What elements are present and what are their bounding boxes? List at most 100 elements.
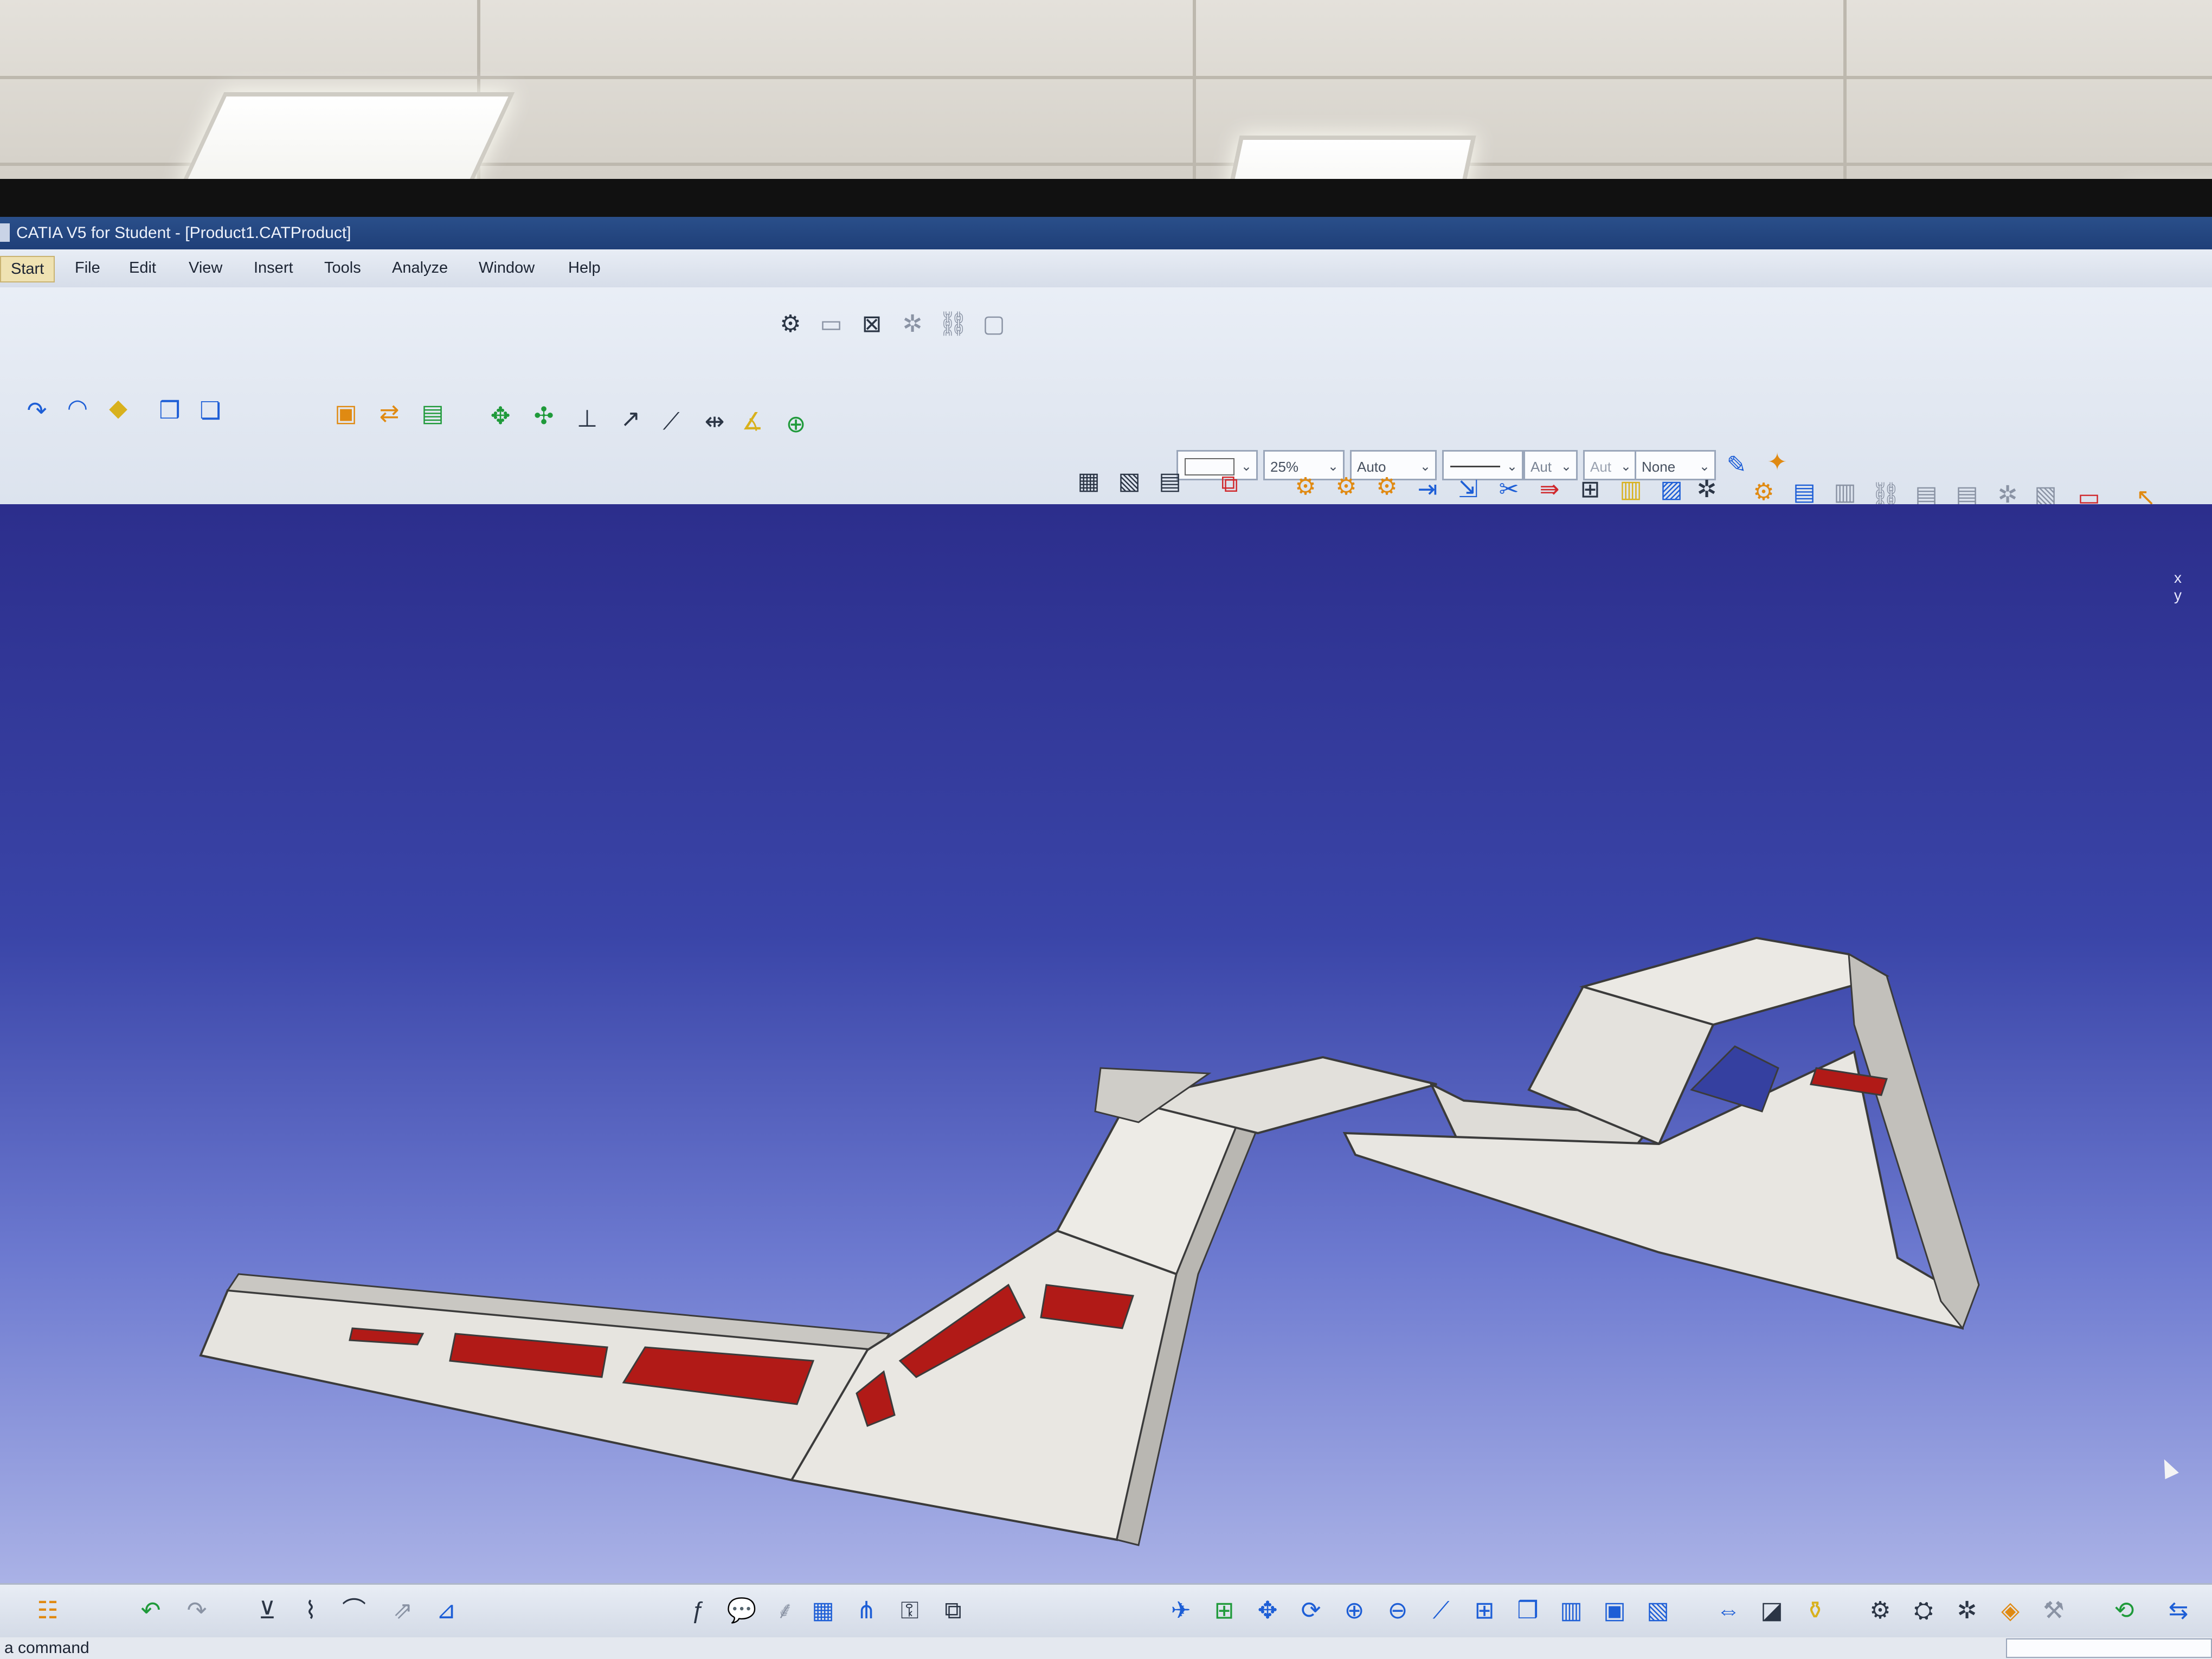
scene-icon[interactable]: ▦ <box>1073 466 1104 497</box>
view-icon[interactable]: ⇲ <box>1453 474 1483 505</box>
menu-edit[interactable]: Edit <box>119 256 166 280</box>
contact-icon[interactable]: ⊕ <box>781 409 811 440</box>
surface-icon[interactable]: ◠ <box>62 393 93 423</box>
annotation-icon[interactable]: ⌒ <box>339 1596 369 1626</box>
inertia-icon[interactable]: ◪ <box>1757 1596 1787 1626</box>
text-icon[interactable]: ▥ <box>1616 474 1646 505</box>
text-icon[interactable]: ⌇ <box>295 1596 326 1626</box>
knowledge-icon[interactable]: ⚿ <box>895 1596 925 1626</box>
undo-icon[interactable]: ↶ <box>136 1596 166 1626</box>
3d-viewport[interactable]: x y <box>0 504 2212 1583</box>
fix-icon[interactable]: ↗ <box>615 404 646 434</box>
constraint-icon[interactable]: ⊻ <box>252 1596 282 1626</box>
line-sample <box>1450 466 1500 467</box>
shading-icon[interactable]: ▥ <box>1556 1596 1586 1626</box>
curve-icon[interactable]: ↷ <box>22 396 52 426</box>
fix-icon[interactable]: ⇗ <box>388 1596 418 1626</box>
part-icon[interactable]: ❏ <box>195 396 226 426</box>
spec-icon[interactable]: ▥ <box>1830 477 1860 507</box>
knowledge-icon[interactable]: ⸙ <box>770 1596 800 1626</box>
swap-icon[interactable]: ▧ <box>1643 1596 1673 1626</box>
publish-icon[interactable]: ⚒ <box>2039 1596 2069 1626</box>
gear-icon[interactable]: ✲ <box>897 309 928 339</box>
catalog-icon[interactable]: ▤ <box>1789 477 1819 507</box>
annotation-icon[interactable]: ⚙ <box>1372 472 1402 502</box>
iso-view-icon[interactable]: ❒ <box>1513 1596 1543 1626</box>
refresh-icon[interactable]: ⟲ <box>2109 1596 2139 1626</box>
snap-icon[interactable]: ✣ <box>529 401 559 432</box>
tree-expand-icon[interactable]: ☷ <box>33 1596 63 1626</box>
settings-icon[interactable]: ✲ <box>1952 1596 1982 1626</box>
move-icon[interactable]: ✥ <box>485 401 516 432</box>
menu-file[interactable]: File <box>65 256 110 280</box>
menu-help[interactable]: Help <box>558 256 610 280</box>
menu-window[interactable]: Window <box>469 256 544 280</box>
measure-icon[interactable]: ⊠ <box>857 309 887 339</box>
pan-icon[interactable]: ✥ <box>1252 1596 1283 1626</box>
properties-icon[interactable]: ✦ <box>1762 447 1792 478</box>
product-icon[interactable]: ⚙ <box>1748 477 1779 507</box>
contact-icon[interactable]: ⟋ <box>656 407 686 437</box>
product-icon[interactable]: ⚙ <box>775 309 806 339</box>
redo-icon[interactable]: ↷ <box>182 1596 212 1626</box>
reorder-icon[interactable]: ▤ <box>417 398 448 429</box>
compass-icon[interactable]: x y <box>2174 569 2182 604</box>
simulation-icon[interactable]: ⊞ <box>1575 474 1605 505</box>
capture-icon[interactable]: ✂ <box>1494 474 1524 505</box>
chain-icon[interactable]: ⛓ <box>938 309 968 339</box>
formula-icon[interactable]: ƒ <box>683 1596 713 1626</box>
catalog-icon[interactable]: ▭ <box>816 309 846 339</box>
zoom-out-icon[interactable]: ⊖ <box>1382 1596 1413 1626</box>
clash-icon[interactable]: ▤ <box>1155 466 1185 497</box>
render-icon[interactable]: ⇛ <box>1534 474 1565 505</box>
plane-icon[interactable]: ◆ <box>103 393 133 423</box>
explode-icon[interactable]: ▧ <box>1114 466 1144 497</box>
multi-view-icon[interactable]: ⊞ <box>1469 1596 1500 1626</box>
graph-icon[interactable]: ⋔ <box>851 1596 882 1626</box>
rotate-icon[interactable]: ⟳ <box>1296 1596 1326 1626</box>
gear-icon[interactable]: ✲ <box>1692 474 1722 505</box>
angle-icon[interactable]: ∡ <box>737 407 768 437</box>
distance-icon[interactable]: ⚙ <box>1331 472 1361 502</box>
menu-tools[interactable]: Tools <box>314 256 371 280</box>
filter-icon[interactable]: ⧉ <box>1214 469 1245 499</box>
text-icon[interactable]: ⇥ <box>1412 474 1443 505</box>
menu-start[interactable]: Start <box>0 256 55 282</box>
monitor: CATIA V5 for Student - [Product1.CATProd… <box>0 179 2212 1659</box>
catia-window: CATIA V5 for Student - [Product1.CATProd… <box>0 217 2212 1659</box>
command-input[interactable] <box>2006 1638 2212 1658</box>
comment-icon[interactable]: 💬 <box>726 1596 757 1626</box>
spec-icon[interactable]: ▢ <box>979 309 1009 339</box>
replace-icon[interactable]: ⇄ <box>374 398 404 429</box>
fly-icon[interactable]: ✈ <box>1166 1596 1196 1626</box>
measure-between-icon[interactable]: ⇔ <box>1713 1596 1744 1626</box>
menu-insert[interactable]: Insert <box>244 256 303 280</box>
fit-all-icon[interactable]: ⊞ <box>1209 1596 1239 1626</box>
settings-icon[interactable]: ⧉ <box>938 1596 968 1626</box>
compile-icon[interactable]: ⚙ <box>1865 1596 1895 1626</box>
menu-view[interactable]: View <box>179 256 232 280</box>
scene-icon[interactable]: ⊿ <box>431 1596 461 1626</box>
normal-view-icon[interactable]: ⟋ <box>1426 1596 1456 1626</box>
painter-icon[interactable]: ✎ <box>1721 450 1752 480</box>
body-icon[interactable]: ❒ <box>155 396 185 426</box>
zoom-in-icon[interactable]: ⊕ <box>1339 1596 1369 1626</box>
table-icon[interactable]: ▦ <box>808 1596 838 1626</box>
view-icon[interactable]: ▨ <box>1656 474 1687 505</box>
bottom-toolbar: ☷ ↶ ↷ ⊻ ⌇ ⌒ ⇗ ⊿ ƒ 💬 ⸙ ▦ ⋔ ⚿ ⧉ ✈ ⊞ ✥ ⟳ ⊕ … <box>0 1583 2212 1639</box>
compile-icon[interactable]: ◈ <box>1995 1596 2025 1626</box>
ceiling-light <box>177 92 515 193</box>
model-rear-window <box>1690 1045 1779 1113</box>
section-icon[interactable]: ⚙ <box>1290 472 1321 502</box>
publish-icon[interactable]: ⛭ <box>1908 1596 1939 1626</box>
offset-icon[interactable]: ⇹ <box>699 407 730 437</box>
constraint-icon[interactable]: ⊥ <box>572 404 602 434</box>
swap-icon[interactable]: ⇆ <box>2163 1596 2194 1626</box>
hide-show-icon[interactable]: ▣ <box>1599 1596 1630 1626</box>
gravity-icon[interactable]: ⚱ <box>1800 1596 1830 1626</box>
menu-analyze[interactable]: Analyze <box>382 256 458 280</box>
app-icon <box>0 223 10 242</box>
insert-component-icon[interactable]: ▣ <box>331 398 361 429</box>
3d-model[interactable] <box>0 504 2212 1583</box>
axis-x-label: x <box>2174 569 2182 586</box>
